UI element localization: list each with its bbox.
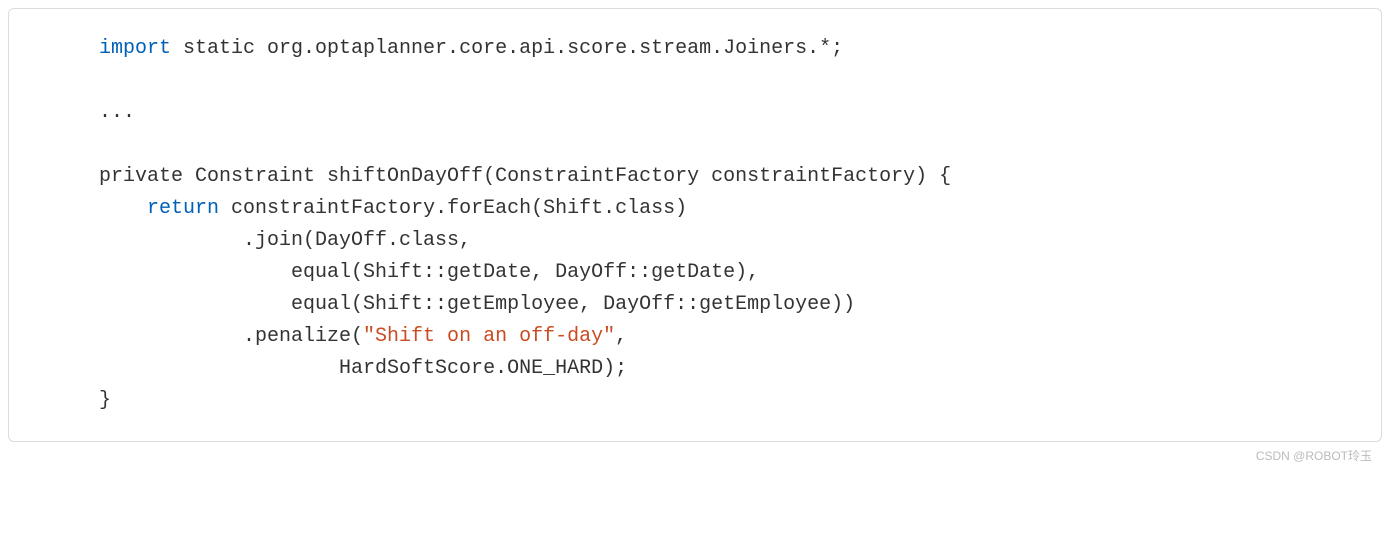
code-text: import static org.optaplanner.core.api.s… [99, 33, 1357, 417]
code-line: HardSoftScore.ONE_HARD); [99, 357, 627, 380]
code-line: ... [99, 101, 135, 124]
code-line: equal(Shift::getDate, DayOff::getDate), [99, 261, 759, 284]
code-line: .join(DayOff.class, [99, 229, 471, 252]
watermark-text: CSDN @ROBOT玲玉 [1256, 447, 1372, 464]
code-line: equal(Shift::getEmployee, DayOff::getEmp… [99, 293, 855, 316]
code-block: import static org.optaplanner.core.api.s… [8, 8, 1382, 442]
keyword-import: import [99, 37, 171, 60]
string-literal: "Shift on an off-day" [363, 325, 615, 348]
code-line: private Constraint shiftOnDayOff(Constra… [99, 165, 951, 188]
code-segment: .penalize( [99, 325, 363, 348]
code-indent [99, 197, 147, 220]
code-segment: constraintFactory.forEach(Shift.class) [219, 197, 687, 220]
code-segment: static org.optaplanner.core.api.score.st… [171, 37, 843, 60]
code-line: } [99, 389, 111, 412]
code-segment: , [615, 325, 627, 348]
keyword-return: return [147, 197, 219, 220]
